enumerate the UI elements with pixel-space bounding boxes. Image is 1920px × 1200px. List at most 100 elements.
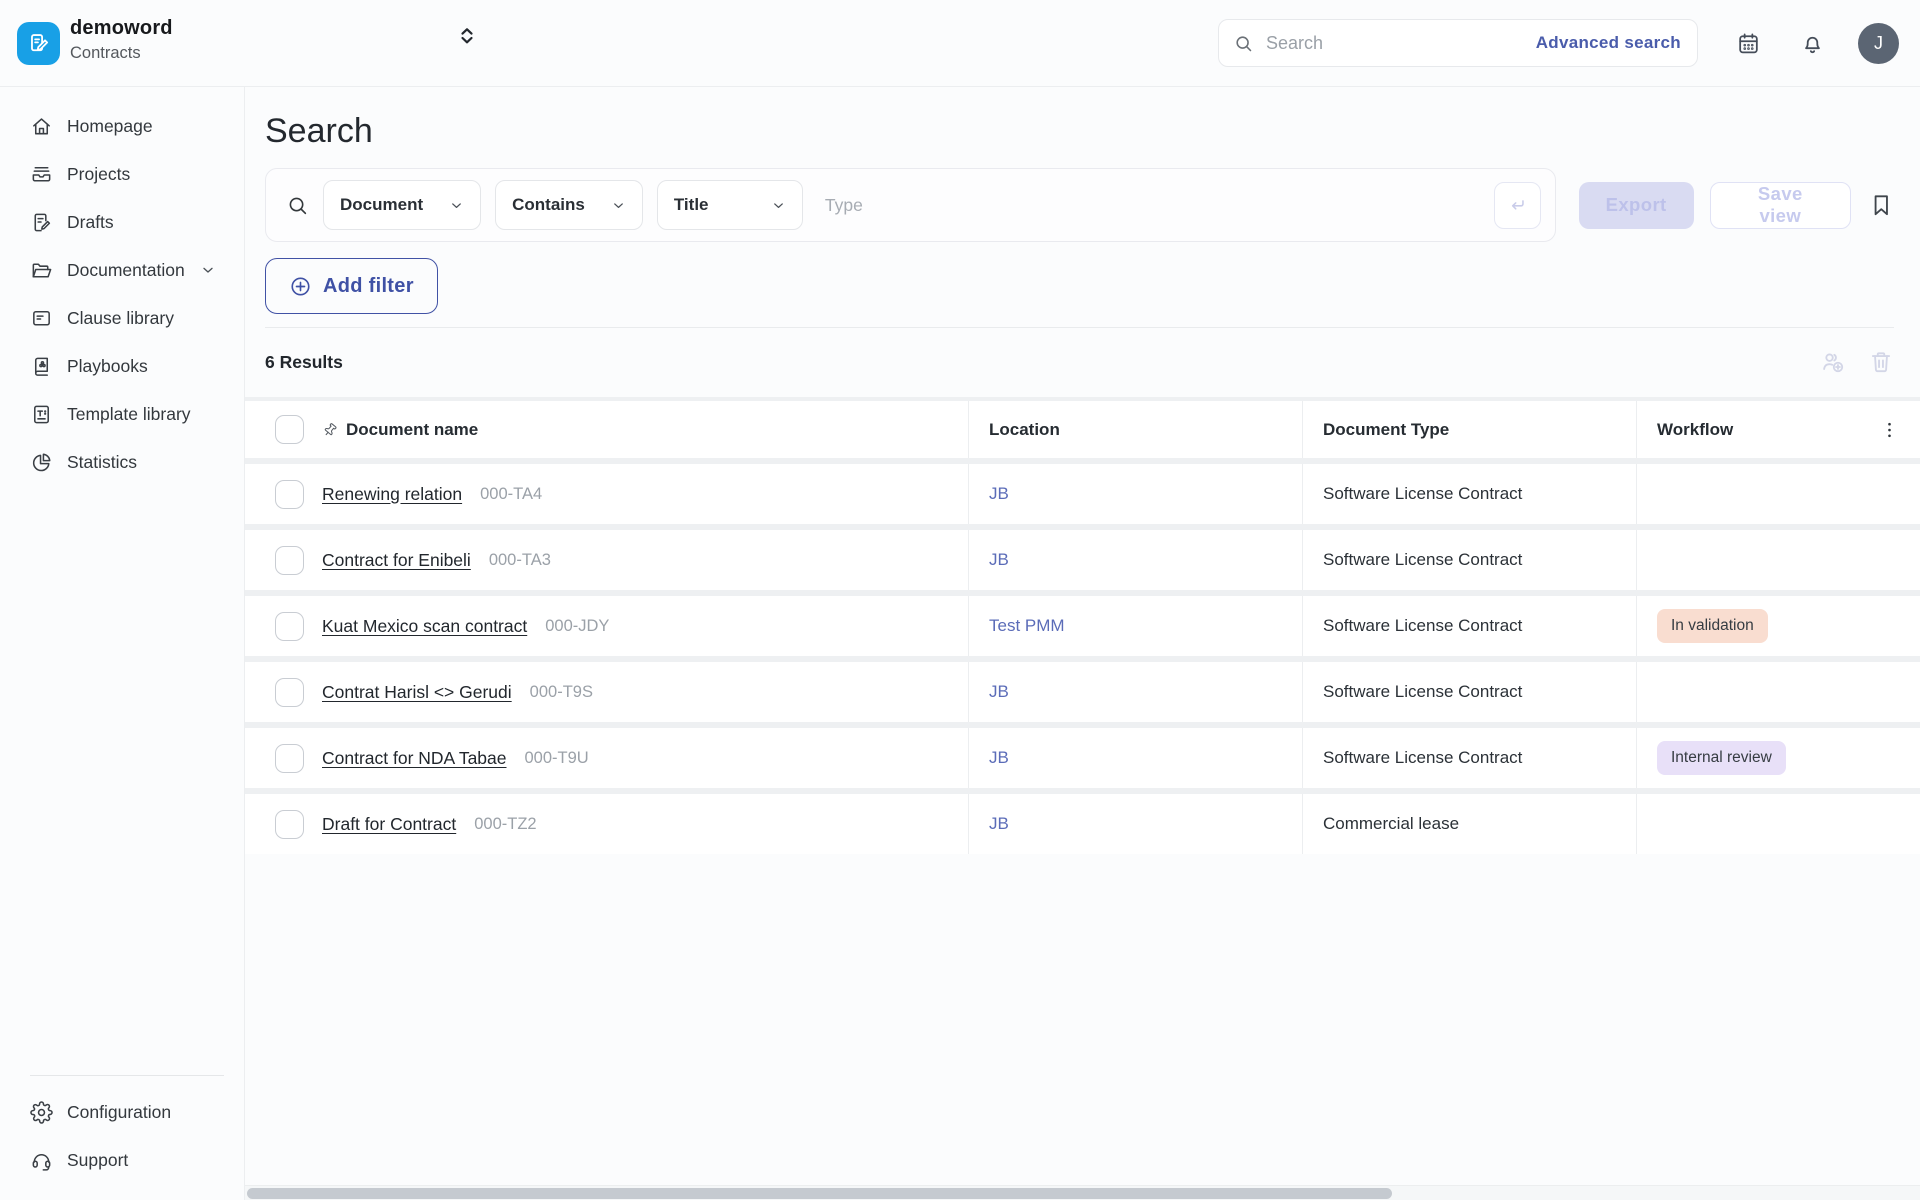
sidebar-item-drafts[interactable]: Drafts	[0, 198, 244, 246]
workflow-cell	[1636, 464, 1920, 524]
avatar[interactable]: J	[1858, 23, 1899, 64]
sidebar-item-playbooks[interactable]: Playbooks	[0, 342, 244, 390]
document-link[interactable]: Draft for Contract	[322, 814, 456, 835]
workspace-switcher[interactable]	[455, 24, 479, 48]
workflow-cell: In validation	[1636, 596, 1920, 656]
advanced-search-link[interactable]: Advanced search	[1536, 33, 1681, 53]
sidebar-item-statistics[interactable]: Statistics	[0, 438, 244, 486]
row-select-cell	[245, 662, 322, 722]
document-link[interactable]: Contract for Enibeli	[322, 550, 471, 571]
location-link[interactable]: Test PMM	[989, 616, 1065, 636]
folder-icon	[30, 259, 53, 282]
document-type-value: Software License Contract	[1323, 682, 1522, 702]
playbook-icon	[30, 355, 53, 378]
header-cell-document-name: Document name	[322, 401, 968, 458]
search-input[interactable]	[1264, 32, 1536, 55]
header-cell-document-type: Document Type	[1302, 401, 1636, 458]
document-link[interactable]: Kuat Mexico scan contract	[322, 616, 527, 637]
filter-value-input[interactable]	[823, 194, 1494, 217]
chevron-down-icon	[449, 198, 464, 213]
document-name-cell: Kuat Mexico scan contract 000-JDY	[322, 596, 968, 656]
location-link[interactable]: JB	[989, 814, 1009, 834]
row-checkbox[interactable]	[275, 810, 304, 839]
row-checkbox[interactable]	[275, 480, 304, 509]
location-link[interactable]: JB	[989, 682, 1009, 702]
location-link[interactable]: JB	[989, 484, 1009, 504]
row-checkbox[interactable]	[275, 546, 304, 575]
bulk-actions	[1820, 349, 1894, 375]
table-row: Contract for Enibeli 000-TA3 JB Software…	[245, 530, 1920, 590]
filter-field-dropdown[interactable]: Document	[323, 180, 481, 230]
row-checkbox[interactable]	[275, 678, 304, 707]
sidebar-item-clause-library[interactable]: Clause library	[0, 294, 244, 342]
row-select-cell	[245, 530, 322, 590]
clause-icon	[30, 307, 53, 330]
document-pen-icon	[25, 30, 52, 57]
add-filter-button[interactable]: Add filter	[265, 258, 438, 314]
location-cell: JB	[968, 464, 1302, 524]
document-name-cell: Contract for NDA Tabae 000-T9U	[322, 728, 968, 788]
document-type-value: Software License Contract	[1323, 484, 1522, 504]
table-row: Draft for Contract 000-TZ2 JB Commercial…	[245, 794, 1920, 854]
sidebar-item-documentation[interactable]: Documentation	[0, 246, 244, 294]
document-code: 000-TA3	[489, 551, 551, 570]
bookmark-icon[interactable]	[1868, 192, 1894, 218]
workflow-badge-in-validation: In validation	[1657, 609, 1768, 643]
filter-operator-dropdown[interactable]: Contains	[495, 180, 643, 230]
calendar-icon[interactable]	[1736, 31, 1761, 56]
drafts-icon	[30, 211, 53, 234]
document-name-cell: Contrat Harisl <> Gerudi 000-T9S	[322, 662, 968, 722]
trash-icon[interactable]	[1868, 349, 1894, 375]
sidebar-item-template-library[interactable]: Template library	[0, 390, 244, 438]
document-type-cell: Commercial lease	[1302, 794, 1636, 854]
app-logo[interactable]	[17, 22, 60, 65]
row-select-cell	[245, 596, 322, 656]
document-type-cell: Software License Contract	[1302, 662, 1636, 722]
table-row: Contract for NDA Tabae 000-T9U JB Softwa…	[245, 728, 1920, 788]
sidebar: Homepage Projects Drafts	[0, 87, 245, 1200]
row-checkbox[interactable]	[275, 744, 304, 773]
scrollbar-thumb[interactable]	[247, 1188, 1392, 1199]
document-link[interactable]: Contrat Harisl <> Gerudi	[322, 682, 512, 703]
global-search: Advanced search	[1218, 19, 1698, 67]
save-view-button[interactable]: Save view	[1710, 182, 1851, 229]
select-all-checkbox[interactable]	[275, 415, 304, 444]
table-row: Renewing relation 000-TA4 JB Software Li…	[245, 464, 1920, 524]
filter-builder: Document Contains Title	[265, 168, 1556, 242]
bell-icon[interactable]	[1800, 31, 1825, 56]
dropdown-value: Title	[674, 195, 709, 215]
row-select-cell	[245, 794, 322, 854]
column-header-label: Document Type	[1323, 420, 1449, 440]
apply-filter-button[interactable]	[1494, 182, 1541, 229]
document-code: 000-TA4	[480, 485, 542, 504]
search-icon	[1233, 33, 1254, 54]
dropdown-value: Contains	[512, 195, 585, 215]
results-count: 6 Results	[265, 352, 343, 373]
sidebar-item-configuration[interactable]: Configuration	[0, 1088, 244, 1136]
column-settings-kebab-icon[interactable]	[1879, 419, 1900, 440]
location-link[interactable]: JB	[989, 550, 1009, 570]
location-link[interactable]: JB	[989, 748, 1009, 768]
app-subtitle: Contracts	[70, 44, 173, 63]
document-type-value: Software License Contract	[1323, 616, 1522, 636]
filter-attribute-dropdown[interactable]: Title	[657, 180, 803, 230]
table-row: Kuat Mexico scan contract 000-JDY Test P…	[245, 596, 1920, 656]
document-code: 000-T9S	[530, 683, 593, 702]
pin-icon	[322, 422, 338, 438]
row-checkbox[interactable]	[275, 612, 304, 641]
document-link[interactable]: Renewing relation	[322, 484, 462, 505]
topbar: demoword Contracts Advanced search	[0, 0, 1920, 87]
sidebar-item-support[interactable]: Support	[0, 1136, 244, 1184]
row-select-cell	[245, 464, 322, 524]
sidebar-item-projects[interactable]: Projects	[0, 150, 244, 198]
workflow-cell	[1636, 794, 1920, 854]
sidebar-item-homepage[interactable]: Homepage	[0, 102, 244, 150]
sidebar-item-label: Statistics	[67, 452, 137, 473]
document-link[interactable]: Contract for NDA Tabae	[322, 748, 507, 769]
column-header-label: Workflow	[1657, 420, 1733, 440]
chevron-down-icon	[200, 262, 216, 278]
chevron-down-icon	[771, 198, 786, 213]
assign-users-icon[interactable]	[1820, 349, 1846, 375]
export-button[interactable]: Export	[1579, 182, 1694, 229]
home-icon	[30, 115, 53, 138]
